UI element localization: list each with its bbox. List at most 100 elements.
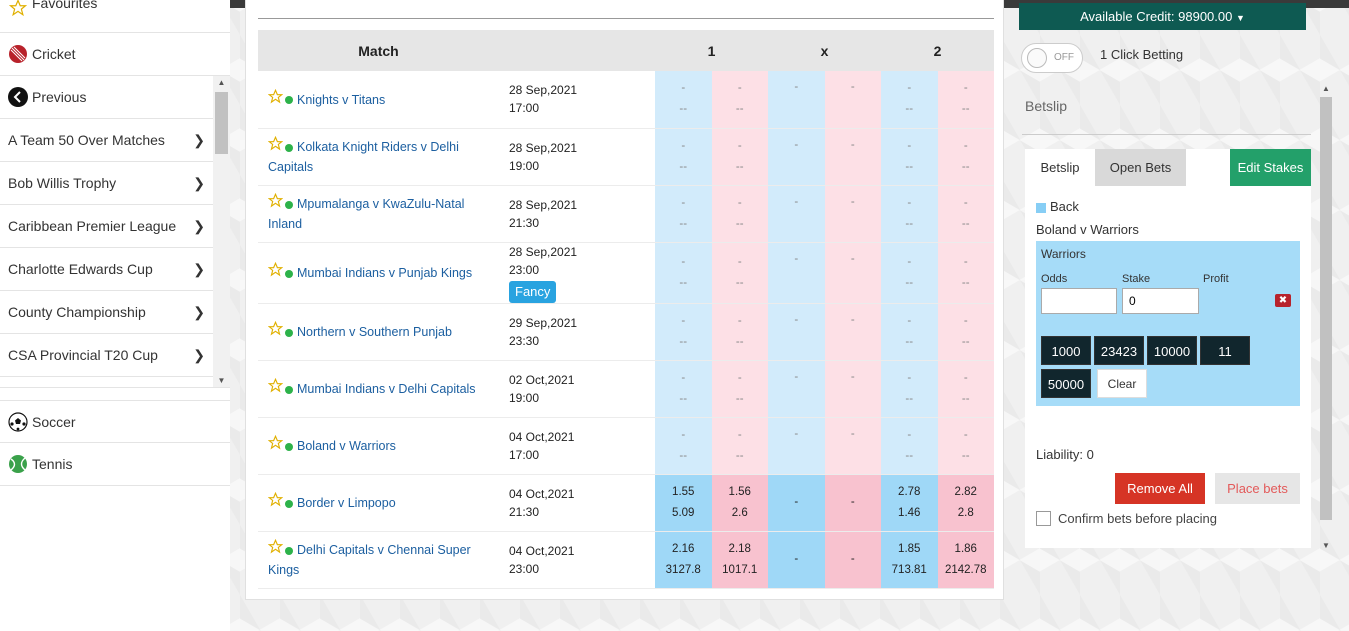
match-name-link[interactable]: Kolkata Knight Riders v Delhi Capitals	[268, 140, 459, 174]
odds-cell[interactable]: - --	[937, 303, 994, 361]
scroll-down-icon[interactable]: ▼	[1319, 541, 1333, 550]
odds-cell[interactable]: -	[768, 303, 825, 361]
place-bets-button[interactable]: Place bets	[1215, 473, 1300, 504]
odds-cell[interactable]: - --	[881, 303, 938, 361]
stake-preset-button[interactable]: 11	[1200, 336, 1250, 365]
odds-cell[interactable]: -	[768, 531, 825, 589]
sidebar-item-competition[interactable]: Charlotte Edwards Cup ❯	[0, 248, 213, 291]
star-icon[interactable]	[267, 88, 284, 108]
odds-cell[interactable]: - --	[881, 360, 938, 418]
betslip-scrollbar[interactable]: ▲ ▼	[1319, 84, 1333, 550]
sidebar-item-competition[interactable]: A Team 50 Over Matches ❯	[0, 119, 213, 162]
odds-cell[interactable]: - --	[711, 303, 768, 361]
odds-cell[interactable]: - --	[711, 71, 768, 129]
sidebar-item-competition[interactable]: Caribbean Premier League ❯	[0, 205, 213, 248]
odds-cell[interactable]: -	[824, 360, 881, 418]
star-icon[interactable]	[267, 377, 284, 397]
odds-cell[interactable]: 2.78 1.46	[881, 474, 938, 532]
odds-cell[interactable]: - --	[881, 185, 938, 243]
match-name-link[interactable]: Boland v Warriors	[297, 439, 396, 453]
odds-cell[interactable]: -	[824, 71, 881, 129]
odds-cell[interactable]: -	[824, 128, 881, 186]
odds-cell[interactable]: -	[824, 303, 881, 361]
odds-cell[interactable]: - --	[881, 71, 938, 129]
odds-cell[interactable]: 2.82 2.8	[937, 474, 994, 532]
stake-preset-button[interactable]: 10000	[1147, 336, 1197, 365]
odds-cell[interactable]: -	[768, 71, 825, 129]
odds-cell[interactable]: - --	[655, 242, 712, 304]
confirm-checkbox[interactable]	[1036, 511, 1051, 526]
sidebar-item-competition[interactable]: County Championship ❯	[0, 291, 213, 334]
odds-cell[interactable]: 1.86 2142.78	[937, 531, 994, 589]
odds-cell[interactable]: -	[768, 360, 825, 418]
match-name-link[interactable]: Knights v Titans	[297, 93, 385, 107]
sidebar-item-competition[interactable]: CSA Provincial T20 Cup ❯	[0, 334, 213, 377]
sidebar-item-competition[interactable]: Bob Willis Trophy ❯	[0, 162, 213, 205]
match-name-link[interactable]: Mumbai Indians v Delhi Capitals	[297, 382, 476, 396]
odds-cell[interactable]: -	[824, 185, 881, 243]
edit-stakes-button[interactable]: Edit Stakes	[1230, 149, 1311, 186]
one-click-toggle[interactable]: OFF	[1021, 43, 1083, 73]
odds-cell[interactable]: - --	[937, 185, 994, 243]
odds-cell[interactable]: - --	[711, 185, 768, 243]
odds-cell[interactable]: 1.85 713.81	[881, 531, 938, 589]
sidebar-item-soccer[interactable]: Soccer	[0, 400, 230, 443]
odds-cell[interactable]: 1.55 5.09	[655, 474, 712, 532]
available-credit-dropdown[interactable]: Available Credit: 98900.00 ▼	[1019, 3, 1306, 30]
scroll-down-icon[interactable]: ▼	[213, 374, 230, 387]
odds-cell[interactable]: - --	[711, 242, 768, 304]
odds-cell[interactable]: - --	[711, 417, 768, 475]
odds-cell[interactable]: - --	[881, 242, 938, 304]
odds-cell[interactable]: 2.16 3127.8	[655, 531, 712, 589]
odds-cell[interactable]: - --	[655, 417, 712, 475]
odds-cell[interactable]: - --	[937, 71, 994, 129]
odds-cell[interactable]: -	[824, 417, 881, 475]
odds-cell[interactable]: -	[768, 474, 825, 532]
star-icon[interactable]	[267, 135, 284, 155]
star-icon[interactable]	[267, 261, 284, 281]
stake-input[interactable]	[1122, 288, 1199, 314]
odds-cell[interactable]: - --	[655, 303, 712, 361]
match-name-link[interactable]: Delhi Capitals v Chennai Super Kings	[268, 543, 471, 577]
odds-cell[interactable]: - --	[881, 128, 938, 186]
odds-cell[interactable]: - --	[711, 128, 768, 186]
odds-cell[interactable]: - --	[655, 360, 712, 418]
match-name-link[interactable]: Mumbai Indians v Punjab Kings	[297, 266, 472, 280]
scroll-up-icon[interactable]: ▲	[1319, 84, 1333, 93]
fancy-button[interactable]: Fancy	[509, 280, 557, 303]
scroll-up-icon[interactable]: ▲	[213, 76, 230, 90]
sidebar-item-cricket[interactable]: Cricket	[0, 33, 230, 76]
remove-bet-icon[interactable]: ✖	[1275, 294, 1291, 307]
odds-cell[interactable]: -	[824, 474, 881, 532]
odds-cell[interactable]: - --	[881, 417, 938, 475]
odds-cell[interactable]: - --	[937, 242, 994, 304]
odds-cell[interactable]: -	[768, 128, 825, 186]
match-name-link[interactable]: Northern v Southern Punjab	[297, 325, 452, 339]
odds-cell[interactable]: -	[768, 242, 825, 304]
odds-cell[interactable]: 2.18 1017.1	[711, 531, 768, 589]
odds-cell[interactable]: - --	[937, 128, 994, 186]
odds-input[interactable]	[1041, 288, 1117, 314]
stake-preset-button[interactable]: 1000	[1041, 336, 1091, 365]
sidebar-item-favourites[interactable]: Favourites	[0, 0, 230, 33]
odds-cell[interactable]: - --	[655, 128, 712, 186]
sidebar-scrollbar[interactable]: ▲ ▼	[213, 76, 230, 387]
match-name-link[interactable]: Mpumalanga v KwaZulu-Natal Inland	[268, 197, 464, 231]
odds-cell[interactable]: - --	[711, 360, 768, 418]
odds-cell[interactable]: -	[768, 417, 825, 475]
star-icon[interactable]	[267, 320, 284, 340]
star-icon[interactable]	[267, 538, 284, 558]
odds-cell[interactable]: - --	[655, 185, 712, 243]
previous-button[interactable]: Previous	[0, 76, 213, 119]
confirm-bets-option[interactable]: Confirm bets before placing	[1036, 511, 1217, 526]
remove-all-button[interactable]: Remove All	[1115, 473, 1205, 504]
odds-cell[interactable]: - --	[937, 417, 994, 475]
odds-cell[interactable]: -	[824, 531, 881, 589]
star-icon[interactable]	[267, 192, 284, 212]
stake-preset-button[interactable]: 50000	[1041, 369, 1091, 398]
star-icon[interactable]	[267, 491, 284, 511]
clear-button[interactable]: Clear	[1097, 369, 1147, 398]
odds-cell[interactable]: -	[824, 242, 881, 304]
tab-betslip[interactable]: Betslip	[1025, 149, 1095, 186]
odds-cell[interactable]: - --	[655, 71, 712, 129]
